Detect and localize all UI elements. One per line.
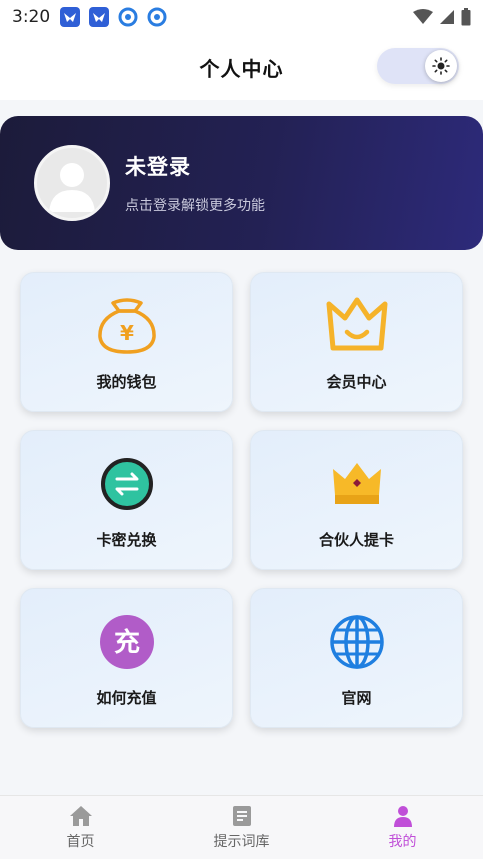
- system-status: [413, 8, 471, 26]
- app-notification-icon: [89, 7, 110, 27]
- signal-icon: [440, 10, 454, 24]
- card-exchange-label: 卡密兑换: [96, 531, 157, 549]
- recharge-guide-label: 如何充值: [96, 689, 157, 707]
- nav-prompts-label: 提示词库: [213, 834, 270, 850]
- wallet-card[interactable]: ¥ 我的钱包: [20, 272, 233, 412]
- bottom-nav: 首页 提示词库 我的: [0, 795, 483, 859]
- status-bar: 3:20: [0, 0, 483, 34]
- default-avatar-icon: [49, 163, 95, 212]
- person-icon: [393, 806, 412, 827]
- svg-text:¥: ¥: [120, 321, 134, 345]
- recharge-guide-card[interactable]: 充 如何充值: [20, 588, 233, 728]
- sun-icon: [425, 50, 457, 82]
- nav-home[interactable]: 首页: [0, 796, 161, 859]
- app-notification-icon: [60, 7, 81, 27]
- document-icon: [232, 806, 251, 826]
- home-icon: [69, 806, 92, 826]
- page-title: 个人中心: [199, 56, 284, 81]
- nav-home-label: 首页: [66, 834, 95, 850]
- card-exchange-card[interactable]: 卡密兑换: [20, 430, 233, 570]
- exchange-icon: [100, 458, 153, 510]
- svg-text:充: 充: [113, 627, 139, 658]
- login-status: 未登录: [125, 155, 191, 179]
- wallet-label: 我的钱包: [96, 373, 157, 391]
- browser-notification-icon: [118, 7, 138, 27]
- status-time: 3:20: [12, 7, 51, 27]
- member-center-card[interactable]: 会员中心: [250, 272, 463, 412]
- website-card[interactable]: 官网: [250, 588, 463, 728]
- nav-mine[interactable]: 我的: [322, 796, 483, 859]
- website-label: 官网: [341, 689, 372, 707]
- theme-toggle[interactable]: [377, 48, 459, 84]
- recharge-icon: 充: [99, 615, 154, 669]
- money-bag-icon: ¥: [97, 298, 156, 354]
- battery-icon: [461, 8, 471, 26]
- header: 个人中心: [0, 34, 483, 100]
- member-center-label: 会员中心: [326, 373, 387, 391]
- profile-card[interactable]: 未登录 点击登录解锁更多功能: [0, 116, 483, 250]
- partner-label: 合伙人提卡: [318, 531, 394, 549]
- partner-card[interactable]: 合伙人提卡: [250, 430, 463, 570]
- nav-mine-label: 我的: [388, 834, 417, 850]
- browser-notification-icon: [147, 7, 167, 27]
- crown-icon: [326, 297, 387, 351]
- wifi-icon: [413, 9, 433, 24]
- login-hint: 点击登录解锁更多功能: [125, 198, 265, 214]
- nav-prompts[interactable]: 提示词库: [161, 796, 322, 859]
- globe-icon: [329, 615, 384, 669]
- avatar[interactable]: [34, 145, 110, 221]
- gold-crown-icon: [332, 463, 381, 504]
